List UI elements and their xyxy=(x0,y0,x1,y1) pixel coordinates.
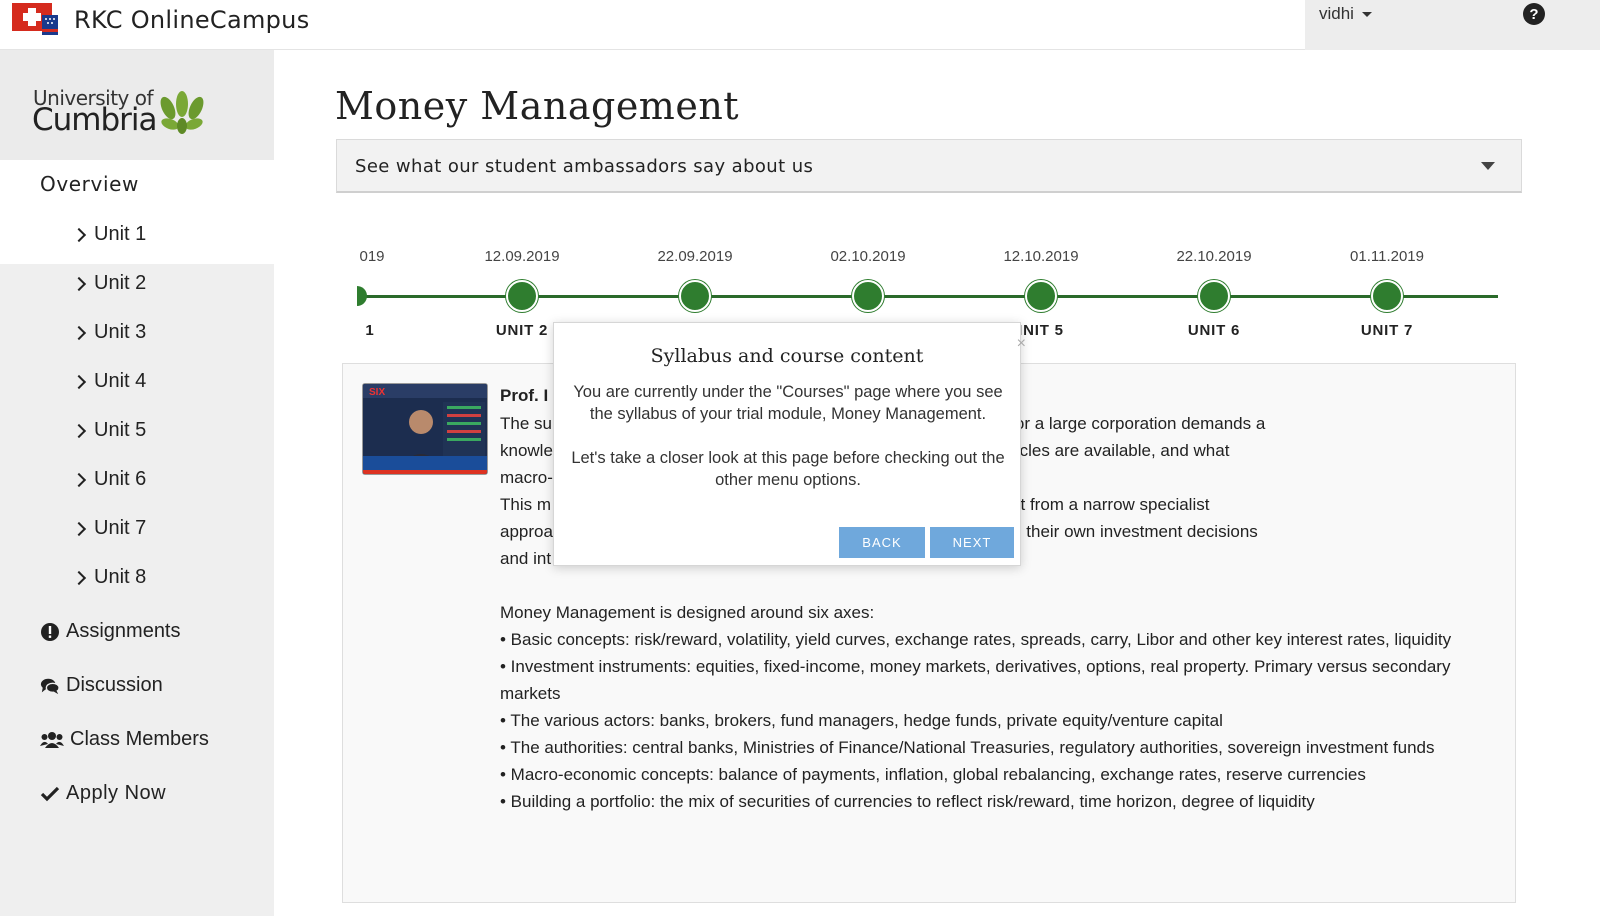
user-name: vidhi xyxy=(1319,4,1354,23)
sidebar-item-label: Unit 6 xyxy=(94,468,147,490)
sidebar-item-unit-6[interactable]: Unit 6 xyxy=(71,468,147,491)
sidebar-item-unit-5[interactable]: Unit 5 xyxy=(71,419,147,442)
timeline-dot-unit-7[interactable] xyxy=(1371,280,1403,312)
ambassadors-accordion[interactable]: See what our student ambassadors say abo… xyxy=(336,139,1522,193)
axis-item: • The various actors: banks, brokers, fu… xyxy=(500,711,1223,730)
timeline-date: 22.09.2019 xyxy=(657,248,733,265)
popover-paragraph: You are currently under the "Courses" pa… xyxy=(573,383,1003,423)
timeline-label: UNIT 6 xyxy=(1187,322,1241,339)
sidebar-item-unit-2[interactable]: Unit 2 xyxy=(71,272,147,295)
sidebar-item-unit-7[interactable]: Unit 7 xyxy=(71,517,147,540)
brand[interactable]: RKC OnlineCampus xyxy=(12,2,310,38)
video-thumbnail[interactable]: SIX xyxy=(362,383,488,475)
timeline-dot-unit-4[interactable] xyxy=(852,280,884,312)
axis-item: • Building a portfolio: the mix of secur… xyxy=(500,792,1315,811)
timeline-dot-unit-2[interactable] xyxy=(506,280,538,312)
timeline-date: 12.09.2019 xyxy=(484,248,560,265)
swiss-flag-logo-icon xyxy=(12,3,60,37)
popover-paragraph: Let's take a closer look at this page be… xyxy=(571,449,1005,489)
timeline-dot[interactable] xyxy=(357,286,367,306)
popover-title: Syllabus and course content xyxy=(650,345,924,367)
sidebar-item-label: Unit 1 xyxy=(94,223,147,245)
back-button[interactable]: BACK xyxy=(839,527,925,558)
app-title: RKC OnlineCampus xyxy=(74,6,310,34)
axis-item: • Basic concepts: risk/reward, volatilit… xyxy=(500,630,1452,649)
sidebar-item-unit-8[interactable]: Unit 8 xyxy=(71,566,147,589)
sidebar-item-label: Unit 7 xyxy=(94,517,147,539)
timeline-date: 019 xyxy=(359,248,385,265)
sidebar-item-label: Unit 4 xyxy=(94,370,147,392)
chevron-down-icon xyxy=(1481,162,1495,170)
timeline-label: UNIT 2 xyxy=(495,322,549,339)
axis-item: • Macro-economic concepts: balance of pa… xyxy=(500,765,1366,784)
university-logo[interactable]: University of Cumbria xyxy=(0,50,274,160)
timeline-dot-unit-6[interactable] xyxy=(1198,280,1230,312)
sidebar-item-apply-now[interactable]: Apply Now xyxy=(40,782,166,805)
sidebar-item-unit-4[interactable]: Unit 4 xyxy=(71,370,147,393)
sidebar-item-label: Unit 2 xyxy=(94,272,147,294)
top-bar: RKC OnlineCampus vidhi ? xyxy=(0,0,1600,50)
users-icon xyxy=(40,730,64,750)
sidebar-item-unit-1[interactable]: Unit 1 xyxy=(71,223,147,246)
sidebar-item-label: Unit 3 xyxy=(94,321,147,343)
sidebar-item-label: Unit 8 xyxy=(94,566,147,588)
svg-text:SIX: SIX xyxy=(369,387,385,398)
help-icon[interactable]: ? xyxy=(1522,2,1546,26)
timeline-date: 12.10.2019 xyxy=(1003,248,1079,265)
exclamation-circle-icon xyxy=(40,622,60,642)
svg-text:?: ? xyxy=(1529,6,1538,23)
sidebar-item-overview[interactable]: Overview xyxy=(40,172,139,196)
leaves-icon xyxy=(156,88,208,136)
page-title: Money Management xyxy=(335,84,740,128)
sidebar-item-label: Assignments xyxy=(66,620,181,642)
next-button[interactable]: NEXT xyxy=(930,527,1014,558)
sidebar-item-label: Class Members xyxy=(70,728,209,750)
popover-body: You are currently under the "Courses" pa… xyxy=(570,381,1006,491)
university-logo-line2: Cumbria xyxy=(32,102,158,138)
axes-intro: Money Management is designed around six … xyxy=(500,603,875,622)
sidebar-item-assignments[interactable]: Assignments xyxy=(40,620,181,643)
sidebar-item-label: Apply Now xyxy=(66,782,167,804)
comments-icon xyxy=(40,676,60,696)
sidebar-item-discussion[interactable]: Discussion xyxy=(40,674,163,697)
axis-item: • The authorities: central banks, Minist… xyxy=(500,738,1435,757)
chevron-down-icon xyxy=(1361,11,1372,17)
sidebar-item-label: Overview xyxy=(40,172,139,196)
professor-name: Prof. I xyxy=(500,386,549,405)
timeline-label: UNIT 7 xyxy=(1360,322,1414,339)
sidebar-item-label: Discussion xyxy=(66,674,163,696)
sidebar-item-unit-3[interactable]: Unit 3 xyxy=(71,321,147,344)
accordion-label: See what our student ambassadors say abo… xyxy=(355,156,814,177)
timeline-date: 02.10.2019 xyxy=(830,248,906,265)
timeline-label: 1 xyxy=(365,322,375,339)
timeline-dot-unit-5[interactable] xyxy=(1025,280,1057,312)
timeline-date: 22.10.2019 xyxy=(1176,248,1252,265)
axis-item: • Investment instruments: equities, fixe… xyxy=(500,657,1451,703)
check-icon xyxy=(40,784,60,804)
user-area: vidhi ? xyxy=(1305,0,1600,50)
timeline-dot-unit-3[interactable] xyxy=(679,280,711,312)
sidebar-item-class-members[interactable]: Class Members xyxy=(40,728,209,751)
user-menu[interactable]: vidhi xyxy=(1319,4,1372,24)
timeline-date: 01.11.2019 xyxy=(1350,248,1424,265)
tour-popover: × Syllabus and course content You are cu… xyxy=(553,322,1026,566)
sidebar-item-label: Unit 5 xyxy=(94,419,147,441)
